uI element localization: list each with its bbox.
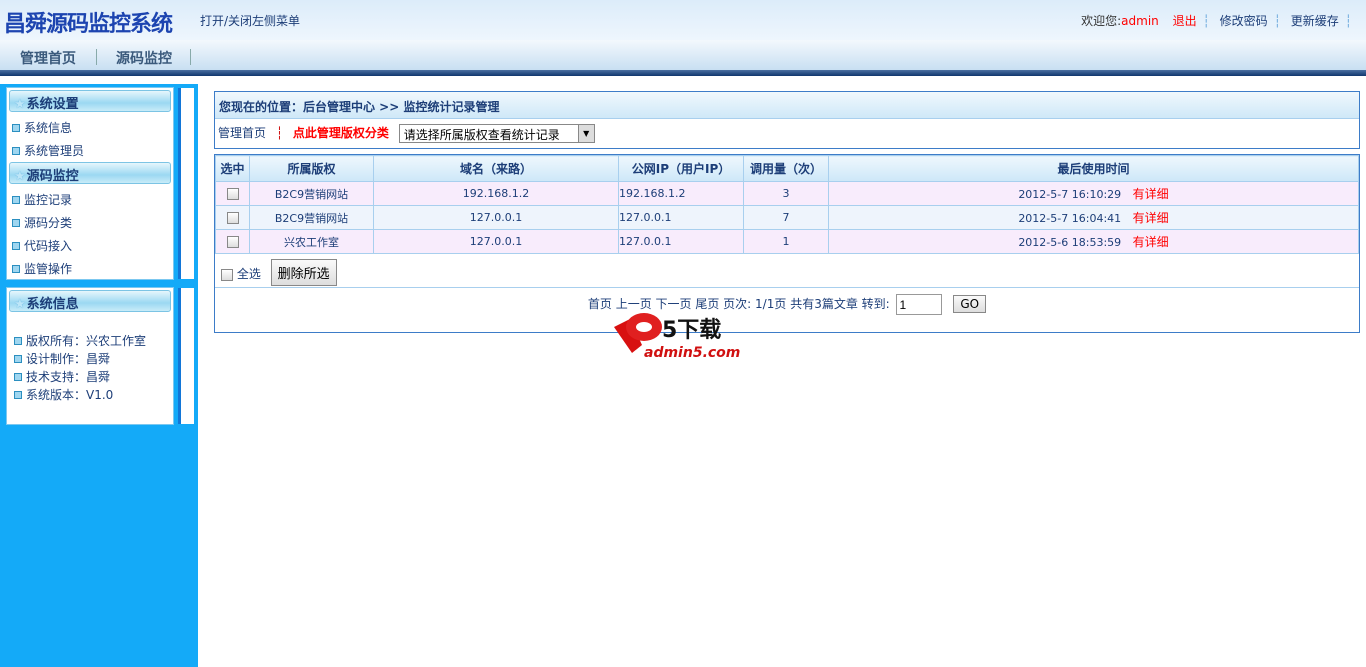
sidebar-rail bbox=[178, 288, 194, 424]
change-password-link[interactable]: 修改密码 bbox=[1220, 14, 1268, 28]
svg-text:admin5.com: admin5.com bbox=[644, 345, 740, 361]
delete-selected-button[interactable]: 删除所选 bbox=[270, 259, 337, 286]
location-panel: 您现在的位置：后台管理中心 >> 监控统计记录管理 管理首页 ┆ 点此管理版权分… bbox=[214, 91, 1360, 149]
col-ip: 公网IP（用户IP） bbox=[618, 155, 744, 182]
nav-divider bbox=[190, 49, 191, 65]
star-icon: ★ bbox=[14, 97, 26, 112]
time-cell: 2012-5-6 18:53:59 有详细 bbox=[828, 229, 1359, 254]
sidebar: ★系统设置 系统信息 系统管理员 ★源码监控 监控记录 源码分类 代码接入 监管… bbox=[0, 84, 198, 667]
top-header: 昌舜源码监控系统 打开/关闭左侧菜单 欢迎您:admin 退出 ┆ 修改密码 ┆ 更… bbox=[0, 0, 1366, 40]
home-link[interactable]: 管理首页 bbox=[218, 126, 266, 140]
bullet-icon bbox=[12, 265, 20, 273]
owner-cell: B2C9营销网站 bbox=[249, 181, 374, 206]
count-cell: 3 bbox=[743, 181, 829, 206]
watermark-logo: 5下载 admin5.com bbox=[612, 305, 752, 361]
breadcrumb: 您现在的位置：后台管理中心 >> 监控统计记录管理 bbox=[215, 92, 1359, 119]
records-panel: 选中 所属版权 域名（来路） 公网IP（用户IP） 调用量（次） 最后使用时间 … bbox=[214, 154, 1360, 333]
domain-cell: 127.0.0.1 bbox=[373, 229, 619, 254]
owner-cell: 兴农工作室 bbox=[249, 229, 374, 254]
go-button[interactable]: GO bbox=[953, 295, 987, 313]
bullet-icon bbox=[14, 373, 22, 381]
detail-link[interactable]: 有详细 bbox=[1133, 187, 1169, 201]
records-table: 选中 所属版权 域名（来路） 公网IP（用户IP） 调用量（次） 最后使用时间 … bbox=[215, 155, 1359, 254]
sidebar-item-supervision[interactable]: 监管操作 bbox=[7, 255, 173, 278]
logout-link[interactable]: 退出 bbox=[1173, 14, 1197, 28]
time-cell: 2012-5-7 16:04:41 有详细 bbox=[828, 205, 1359, 230]
nav-source-monitor[interactable]: 源码监控 bbox=[116, 48, 172, 68]
user-bar: 欢迎您:admin 退出 ┆ 修改密码 ┆ 更新缓存 ┆ bbox=[1081, 14, 1352, 28]
ip-cell: 127.0.0.1 bbox=[618, 205, 744, 230]
sidebar-rail bbox=[178, 88, 194, 279]
col-select: 选中 bbox=[215, 155, 250, 182]
count-cell: 7 bbox=[743, 205, 829, 230]
svg-text:5下载: 5下载 bbox=[662, 317, 721, 343]
pagination: 首页 上一页 下一页 尾页 页次: 1/1页 共有3篇文章 转到: GO bbox=[215, 287, 1359, 329]
page-indicator: 1/1页 bbox=[755, 297, 787, 311]
row-checkbox[interactable] bbox=[226, 188, 239, 200]
username: admin bbox=[1121, 14, 1159, 28]
goto-label: 转到: bbox=[861, 297, 890, 311]
col-domain: 域名（来路） bbox=[373, 155, 619, 182]
star-icon: ★ bbox=[14, 169, 26, 184]
section-system-info: ★系统信息 bbox=[9, 290, 171, 312]
sidebar-item-source-categories[interactable]: 源码分类 bbox=[7, 209, 173, 232]
ip-cell: 192.168.1.2 bbox=[618, 181, 744, 206]
count-cell: 1 bbox=[743, 229, 829, 254]
goto-page-input[interactable] bbox=[895, 294, 942, 315]
domain-cell: 192.168.1.2 bbox=[373, 181, 619, 206]
sidebar-item-monitor-records[interactable]: 监控记录 bbox=[7, 186, 173, 209]
table-row: B2C9营销网站 192.168.1.2 192.168.1.2 3 2012-… bbox=[215, 181, 1359, 206]
row-checkbox[interactable] bbox=[226, 236, 239, 248]
detail-link[interactable]: 有详细 bbox=[1133, 211, 1169, 225]
bullet-icon bbox=[12, 124, 20, 132]
sidebar-item-admins[interactable]: 系统管理员 bbox=[7, 137, 173, 160]
total-count: 共有3篇文章 bbox=[790, 297, 858, 311]
ip-cell: 127.0.0.1 bbox=[618, 229, 744, 254]
bullet-icon bbox=[14, 391, 22, 399]
toggle-menu-link[interactable]: 打开/关闭左侧菜单 bbox=[200, 12, 300, 29]
table-row: B2C9营销网站 127.0.0.1 127.0.0.1 7 2012-5-7 … bbox=[215, 205, 1359, 230]
bullet-icon bbox=[14, 355, 22, 363]
sidebar-item-code-access[interactable]: 代码接入 bbox=[7, 232, 173, 255]
manage-categories-link[interactable]: 点此管理版权分类 bbox=[293, 126, 389, 140]
header-stripe bbox=[0, 70, 1366, 76]
info-list: 版权所有：兴农工作室 设计制作：昌舜 技术支持：昌舜 系统版本：V1.0 bbox=[7, 332, 173, 404]
menu-box: ★系统设置 系统信息 系统管理员 ★源码监控 监控记录 源码分类 代码接入 监管… bbox=[6, 87, 174, 280]
time-cell: 2012-5-7 16:10:29 有详细 bbox=[828, 181, 1359, 206]
bullet-icon bbox=[12, 242, 20, 250]
table-row: 兴农工作室 127.0.0.1 127.0.0.1 1 2012-5-6 18:… bbox=[215, 229, 1359, 254]
welcome-label: 欢迎您: bbox=[1081, 14, 1122, 28]
nav-divider bbox=[96, 49, 97, 65]
detail-link[interactable]: 有详细 bbox=[1133, 235, 1169, 249]
copyright-filter-select[interactable]: 请选择所属版权查看统计记录 ▼ bbox=[398, 124, 595, 143]
star-icon: ★ bbox=[14, 297, 26, 312]
bullet-icon bbox=[12, 147, 20, 155]
main-nav: 管理首页 源码监控 bbox=[0, 40, 1366, 70]
nav-home[interactable]: 管理首页 bbox=[20, 48, 76, 68]
domain-cell: 127.0.0.1 bbox=[373, 205, 619, 230]
col-owner: 所属版权 bbox=[249, 155, 374, 182]
sidebar-item-system-info[interactable]: 系统信息 bbox=[7, 114, 173, 137]
app-logo: 昌舜源码监控系统 bbox=[4, 12, 173, 37]
section-system-settings[interactable]: ★系统设置 bbox=[9, 90, 171, 112]
col-count: 调用量（次） bbox=[743, 155, 829, 182]
row-checkbox[interactable] bbox=[226, 212, 239, 224]
col-last-used: 最后使用时间 bbox=[828, 155, 1359, 182]
chevron-down-icon: ▼ bbox=[577, 125, 594, 142]
bullet-icon bbox=[12, 196, 20, 204]
section-source-monitor[interactable]: ★源码监控 bbox=[9, 162, 171, 184]
bullet-icon bbox=[12, 219, 20, 227]
bullet-icon bbox=[14, 337, 22, 345]
update-cache-link[interactable]: 更新缓存 bbox=[1291, 14, 1339, 28]
select-all-label[interactable]: 全选 bbox=[237, 267, 261, 281]
owner-cell: B2C9营销网站 bbox=[249, 205, 374, 230]
select-all-checkbox[interactable] bbox=[221, 268, 233, 281]
info-box: ★系统信息 版权所有：兴农工作室 设计制作：昌舜 技术支持：昌舜 系统版本：V1… bbox=[6, 287, 174, 425]
